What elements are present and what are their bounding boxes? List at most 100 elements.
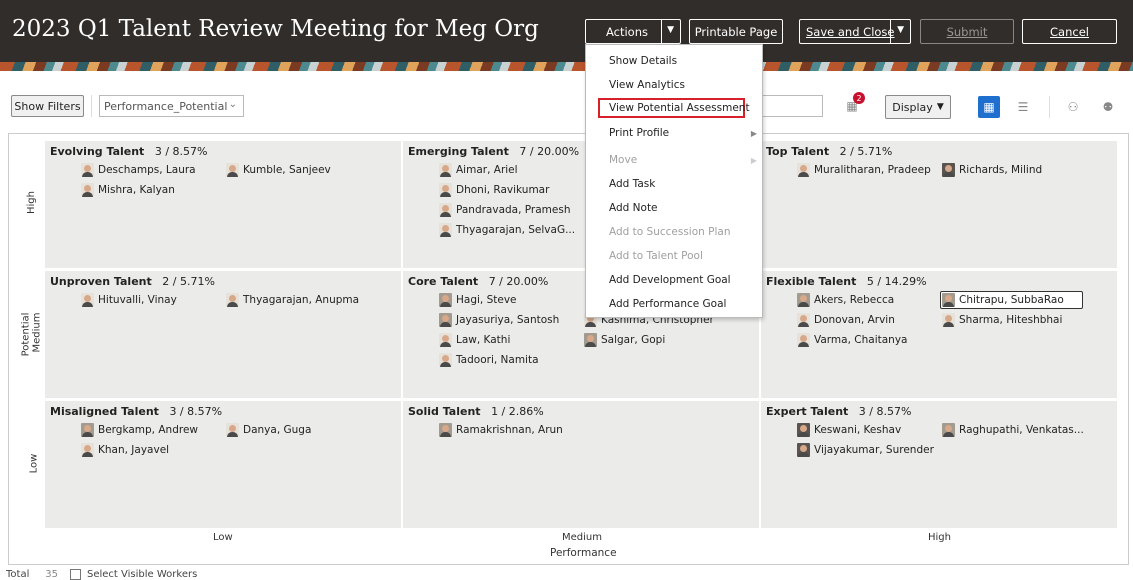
box-unproven-talent[interactable]: Unproven Talent 2 / 5.71% Hituvalli, Vin… [45,271,401,398]
worker-card[interactable]: Ramakrishnan, Arun [439,422,563,438]
show-filters-button[interactable]: Show Filters [11,95,84,117]
worker-name: Hituvalli, Vinay [98,294,177,306]
box-stat: 3 / 8.57% [154,145,208,158]
worker-card[interactable]: Donovan, Arvin [797,312,895,328]
worker-card[interactable]: Hituvalli, Vinay [81,292,177,308]
notification-badge: 2 [853,92,865,104]
worker-card[interactable]: Thyagarajan, SelvaG... [439,222,575,238]
worker-name: Hagi, Steve [456,294,517,306]
menu-item-view-potential-assessment[interactable]: View Potential Assessment [598,98,750,118]
people-group-icon[interactable]: ⚉ [1097,96,1119,118]
notifications-icon[interactable]: ▦ 2 [841,92,865,117]
worker-card[interactable]: Jayasuriya, Santosh [439,312,559,328]
grid-view-icon[interactable]: ▦ [978,96,1000,118]
box-top-talent[interactable]: Top Talent 2 / 5.71% Muralitharan, Prade… [761,141,1117,268]
avatar [439,293,452,307]
avatar [439,163,452,177]
worker-card[interactable]: Richards, Milind [942,162,1042,178]
select-visible-checkbox[interactable] [70,569,81,580]
worker-card[interactable]: Keswani, Keshav [797,422,901,438]
search-input[interactable] [762,95,823,117]
worker-card[interactable]: Thyagarajan, Anupma [226,292,359,308]
worker-name: Ramakrishnan, Arun [456,424,563,436]
box-stat: 2 / 5.71% [162,275,215,288]
worker-card[interactable]: Law, Kathi [439,332,510,348]
box-name: Core Talent [408,275,479,288]
box-title: Flexible Talent 5 / 14.29% [766,275,927,288]
worker-name: Chitrapu, SubbaRao [959,294,1064,306]
avatar [439,353,452,367]
worker-card[interactable]: Sharma, Hiteshbhai [942,312,1062,328]
worker-name: Thyagarajan, Anupma [243,294,360,306]
org-chart-icon[interactable]: ⚇ [1062,96,1084,118]
avatar [942,313,955,327]
avatar [81,163,94,177]
worker-name: Donovan, Arvin [814,314,895,326]
menu-item-add-to-succession-plan: Add to Succession Plan [609,226,731,238]
worker-card[interactable]: Varma, Chaitanya [797,332,907,348]
worker-card[interactable]: Danya, Guga [226,422,311,438]
worker-card[interactable]: Salgar, Gopi [584,332,665,348]
worker-name: Salgar, Gopi [601,334,666,346]
caret-down-icon[interactable]: ▼ [897,25,904,35]
list-view-icon[interactable]: ☰ [1012,96,1034,118]
avatar [439,313,452,327]
worker-name: Deschamps, Laura [98,164,196,176]
box-expert-talent[interactable]: Expert Talent 3 / 8.57% Keswani, Keshav … [761,401,1117,528]
worker-name: Akers, Rebecca [814,294,895,306]
worker-name: Bergkamp, Andrew [98,424,198,436]
worker-card[interactable]: Kumble, Sanjeev [226,162,331,178]
worker-name: Thyagarajan, SelvaG... [456,224,576,236]
layout-select[interactable]: Performance_Potential ⌄ [99,95,244,117]
worker-name: Pandravada, Pramesh [456,204,571,216]
worker-name: Law, Kathi [456,334,511,346]
box-name: Solid Talent [408,405,481,418]
y-level-medium: Medium [31,312,43,353]
worker-card[interactable]: Tadoori, Namita [439,352,539,368]
worker-card[interactable]: Dhoni, Ravikumar [439,182,549,198]
box-title: Evolving Talent 3 / 8.57% [50,145,207,158]
worker-card[interactable]: Khan, Jayavel [81,442,169,458]
worker-card[interactable]: Mishra, Kalyan [81,182,175,198]
worker-card[interactable]: Pandravada, Pramesh [439,202,571,218]
box-flexible-talent[interactable]: Flexible Talent 5 / 14.29% Akers, Rebecc… [761,271,1117,398]
y-level-high: High [25,191,37,214]
menu-item-add-task[interactable]: Add Task [609,178,655,190]
save-close-label: Save and Close [806,24,895,39]
worker-name: Richards, Milind [959,164,1043,176]
worker-card[interactable]: Aimar, Ariel [439,162,518,178]
display-button[interactable]: Display ▼ [885,95,951,119]
menu-item-add-note[interactable]: Add Note [609,202,658,214]
menu-item-view-analytics[interactable]: View Analytics [609,79,685,91]
worker-name: Varma, Chaitanya [814,334,908,346]
menu-item-show-details[interactable]: Show Details [609,55,677,67]
box-solid-talent[interactable]: Solid Talent 1 / 2.86% Ramakrishnan, Aru… [403,401,759,528]
menu-item-add-development-goal[interactable]: Add Development Goal [609,274,731,286]
actions-button[interactable]: Actions ▼ [585,19,681,44]
menu-item-add-performance-goal[interactable]: Add Performance Goal [609,298,726,310]
worker-card[interactable]: Deschamps, Laura [81,162,196,178]
save-and-close-button[interactable]: Save and Close ▼ [799,19,911,44]
worker-card[interactable]: Muralitharan, Pradeep [797,162,931,178]
total-label: Total [6,569,30,580]
worker-card[interactable]: Bergkamp, Andrew [81,422,198,438]
box-misaligned-talent[interactable]: Misaligned Talent 3 / 8.57% Bergkamp, An… [45,401,401,528]
box-stat: 7 / 20.00% [488,275,549,288]
box-title: Solid Talent 1 / 2.86% [408,405,544,418]
printable-page-button[interactable]: Printable Page [689,19,783,44]
worker-card[interactable]: Akers, Rebecca [797,292,894,308]
box-evolving-talent[interactable]: Evolving Talent 3 / 8.57% Deschamps, Lau… [45,141,401,268]
y-level-low: Low [28,453,40,474]
x-level-high: High [928,532,951,543]
worker-card[interactable]: Raghupathi, Venkatas... [942,422,1084,438]
worker-card-selected[interactable]: Chitrapu, SubbaRao [940,291,1083,309]
worker-card[interactable]: Vijayakumar, Surender [797,442,934,458]
menu-item-print-profile[interactable]: Print Profile [609,127,669,139]
worker-name: Muralitharan, Pradeep [814,164,931,176]
box-stat: 3 / 8.57% [858,405,912,418]
caret-down-icon: ▼ [667,25,674,35]
cancel-button[interactable]: Cancel [1022,19,1117,44]
worker-card[interactable]: Hagi, Steve [439,292,517,308]
box-title: Core Talent 7 / 20.00% [408,275,548,288]
box-stat: 7 / 20.00% [519,145,580,158]
